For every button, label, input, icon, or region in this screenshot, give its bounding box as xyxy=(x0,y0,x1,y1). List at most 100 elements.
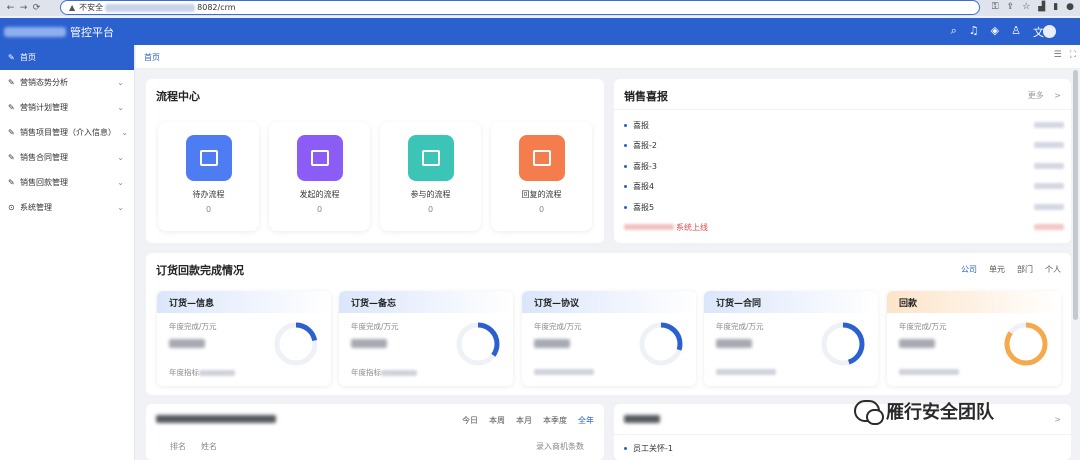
tab-home[interactable]: 首页 xyxy=(144,52,160,63)
sidepanel-icon[interactable]: ▮ xyxy=(1053,2,1058,12)
sidebar-item-label: 系统管理 xyxy=(20,203,52,212)
chevron-down-icon: ⌄ xyxy=(117,78,124,87)
pencil-icon: ✎ xyxy=(8,178,15,187)
flow-count: 0 xyxy=(316,205,323,214)
shirt-icon[interactable]: ♙ xyxy=(1011,24,1021,40)
ranking-card: 今日 本周 本月 本季度 全年 排名 姓名 录入商机条数 xyxy=(146,404,604,460)
metric-title: 订货—合同 xyxy=(704,291,878,313)
metric-value-redacted xyxy=(534,339,570,348)
list-item[interactable]: 喜报4 xyxy=(624,179,1064,193)
flow-initiated[interactable]: 发起的流程 0 xyxy=(269,122,370,231)
logo-redacted xyxy=(4,26,66,37)
reload-icon[interactable]: ⟳ xyxy=(30,3,43,13)
tab-year[interactable]: 全年 xyxy=(578,415,594,426)
filter-icon[interactable]: ☰ xyxy=(1054,50,1062,60)
sidebar-item-sales-contract[interactable]: ✎ 销售合同管理 ⌄ xyxy=(0,145,134,170)
metric-card-agreement[interactable]: 订货—协议 年度完成/万元 xyxy=(522,291,696,386)
extension-icon[interactable]: ▟ xyxy=(1038,2,1045,12)
tab-company[interactable]: 公司 xyxy=(961,264,977,275)
sidebar-item-label: 销售合同管理 xyxy=(20,153,68,162)
check-box-icon xyxy=(518,135,565,181)
tab-today[interactable]: 今日 xyxy=(462,415,478,426)
address-bar[interactable]: ▲ 不安全 8082/crm xyxy=(60,0,980,15)
flow-count: 0 xyxy=(427,205,434,214)
list-item-label: 喜报5 xyxy=(633,202,655,212)
flow-todo[interactable]: 待办流程 0 xyxy=(158,122,259,231)
check-circle-icon: ⊙ xyxy=(8,203,15,212)
metric-card-memo[interactable]: 订货—备忘 年度完成/万元 年度指标 xyxy=(339,291,513,386)
todo-icon xyxy=(185,135,232,181)
sidebar-item-sales-project[interactable]: ✎ 销售项目管理（介入信息） ⌄ xyxy=(0,120,134,145)
key-icon[interactable]: ⚿ xyxy=(992,2,999,12)
card-title-redacted xyxy=(156,415,276,423)
sidebar-item-sales-payment[interactable]: ✎ 销售回款管理 ⌄ xyxy=(0,170,134,195)
list-item-label: 员工关怀-1 xyxy=(633,443,673,453)
list-item[interactable]: 系统上线 xyxy=(624,220,1064,234)
metric-sub: 年度完成/万元 xyxy=(169,322,217,331)
back-icon[interactable]: ← xyxy=(4,3,17,13)
list-item[interactable]: 喜报-2 xyxy=(624,138,1064,152)
more-label: 更多 xyxy=(1027,91,1044,100)
tab-quarter[interactable]: 本季度 xyxy=(543,415,567,426)
flow-participated[interactable]: 参与的流程 0 xyxy=(380,122,481,231)
profile-icon[interactable]: ● xyxy=(1066,2,1074,12)
sidebar-item-home[interactable]: ✎ 首页 xyxy=(0,45,134,70)
list-item[interactable]: 喜报5 xyxy=(624,200,1064,214)
scrollbar[interactable] xyxy=(1073,70,1078,320)
list-item[interactable]: 员工关怀-1 xyxy=(624,441,1064,455)
flow-replied[interactable]: 回复的流程 0 xyxy=(491,122,592,231)
sidebar-item-marketing-analysis[interactable]: ✎ 营销态势分析 ⌄ xyxy=(0,70,134,95)
tab-personal[interactable]: 个人 xyxy=(1045,264,1061,275)
chevron-down-icon: ⌄ xyxy=(117,103,124,112)
tab-department[interactable]: 部门 xyxy=(1017,264,1033,275)
more-link[interactable]: 更多 > xyxy=(1028,90,1061,101)
list-item[interactable]: 喜报-3 xyxy=(624,159,1064,173)
metric-title: 订货—备忘 xyxy=(339,291,513,313)
tab-month[interactable]: 本月 xyxy=(516,415,532,426)
security-label: 不安全 xyxy=(79,3,104,12)
metric-sub: 年度完成/万元 xyxy=(899,322,947,331)
scope-tabs: 公司 单元 部门 个人 xyxy=(961,264,1061,275)
more-link[interactable]: > xyxy=(1054,415,1061,424)
tab-bar: 首页 ☰ ⛶ xyxy=(136,45,1080,69)
metric-card-contract[interactable]: 订货—合同 年度完成/万元 xyxy=(704,291,878,386)
url-host-redacted xyxy=(105,3,196,12)
metric-card-info[interactable]: 订货—信息 年度完成/万元 年度指标 xyxy=(157,291,331,386)
avatar[interactable] xyxy=(1043,25,1056,38)
period-tabs: 今日 本周 本月 本季度 全年 xyxy=(462,415,594,426)
forward-icon[interactable]: → xyxy=(17,3,30,13)
fullscreen-icon[interactable]: ⛶ xyxy=(1070,50,1076,60)
chevron-down-icon: ⌄ xyxy=(117,203,124,212)
search-icon[interactable]: ⌕ xyxy=(951,24,957,40)
metric-card-payment[interactable]: 回款 年度完成/万元 xyxy=(887,291,1061,386)
sidebar: ✎ 首页 ✎ 营销态势分析 ⌄ ✎ 营销计划管理 ⌄ ✎ 销售项目管理（介入信息… xyxy=(0,45,135,460)
star-icon[interactable]: ☆ xyxy=(1022,2,1030,12)
card-title-redacted xyxy=(624,415,660,423)
flow-label: 参与的流程 xyxy=(410,190,451,199)
sidebar-item-system[interactable]: ⊙ 系统管理 ⌄ xyxy=(0,195,134,220)
list-item-label: 喜报4 xyxy=(633,181,655,191)
metric-value-redacted xyxy=(351,339,387,348)
layers-icon[interactable]: ◈ xyxy=(991,24,999,40)
pencil-icon: ✎ xyxy=(8,78,15,87)
bell-icon[interactable]: ♫ xyxy=(969,24,979,40)
list-item[interactable]: 喜报 xyxy=(624,118,1064,132)
chevron-down-icon: ⌄ xyxy=(121,128,128,137)
metric-foot xyxy=(716,367,776,376)
tab-unit[interactable]: 单元 xyxy=(989,264,1005,275)
card-title: 订货回款完成情况 xyxy=(156,264,244,277)
flow-count: 0 xyxy=(205,205,212,214)
metric-sub: 年度完成/万元 xyxy=(351,322,399,331)
progress-ring xyxy=(456,322,500,366)
list-item-label: 喜报 xyxy=(633,120,649,130)
tab-week[interactable]: 本周 xyxy=(489,415,505,426)
sidebar-item-label: 首页 xyxy=(20,53,36,62)
column-count: 录入商机条数 xyxy=(536,442,584,451)
flow-label: 回复的流程 xyxy=(521,190,562,199)
order-payment-card: 订货回款完成情况 公司 单元 部门 个人 订货—信息 年度完成/万元 年度指标 … xyxy=(146,253,1071,395)
sidebar-item-marketing-plan[interactable]: ✎ 营销计划管理 ⌄ xyxy=(0,95,134,120)
share-icon[interactable]: ⇪ xyxy=(1007,2,1015,12)
list-item-label: 喜报-2 xyxy=(633,140,657,150)
pencil-icon: ✎ xyxy=(8,103,15,112)
flow-label: 待办流程 xyxy=(192,190,225,199)
